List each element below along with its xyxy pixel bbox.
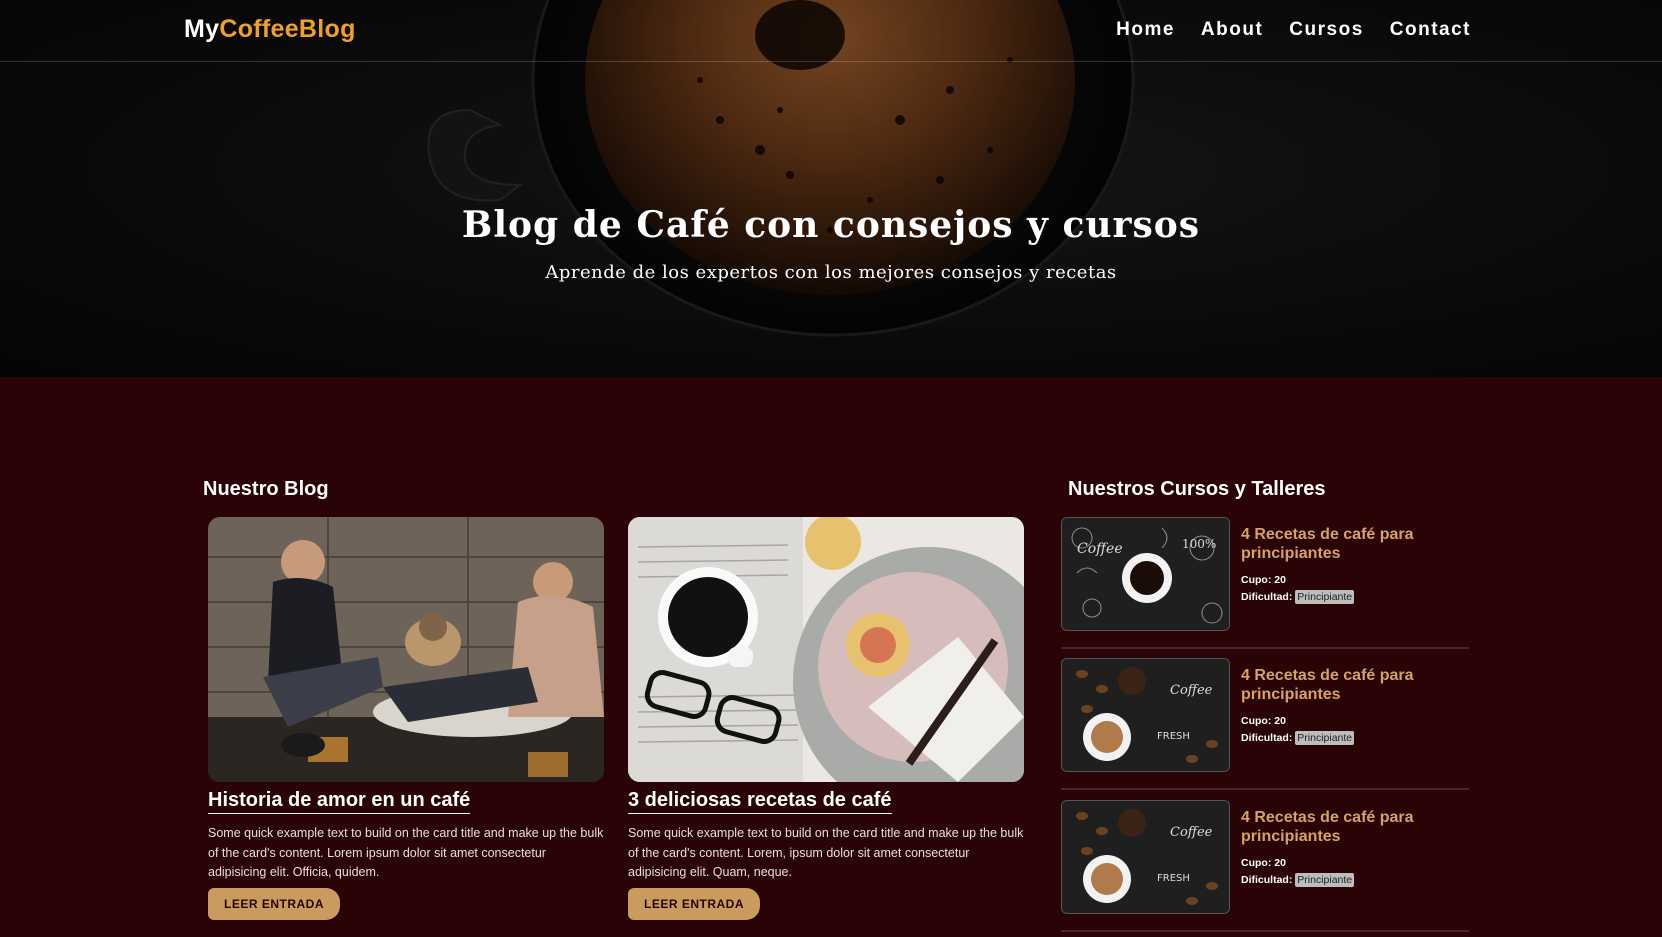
nav-link-contact[interactable]: Contact — [1390, 19, 1471, 41]
blog-card: Historia de amor en un café Some quick e… — [208, 517, 604, 920]
read-entry-button[interactable]: LEER ENTRADA — [208, 887, 341, 920]
svg-text:FRESH: FRESH — [1157, 873, 1190, 884]
blog-card-title[interactable]: 3 deliciosas recetas de café — [628, 789, 892, 814]
course-meta: Cupo: 20 Dificultad: Principiante — [1241, 574, 1355, 604]
course-item[interactable]: Coffee FRESH 4 Recetas de café para prin… — [1061, 800, 1469, 932]
course-meta: Cupo: 20 Dificultad: Principiante — [1241, 715, 1355, 745]
courses-section-title: Nuestros Cursos y Talleres — [1068, 478, 1326, 500]
main-nav: Home About Cursos Contact — [1116, 19, 1471, 41]
top-navbar: MyCoffeeBlog Home About Cursos Contact — [0, 0, 1662, 62]
blog-section-title: Nuestro Blog — [203, 478, 329, 500]
svg-text:Coffee: Coffee — [1077, 541, 1123, 557]
course-cupo: 20 — [1274, 715, 1286, 727]
course-thumbnail[interactable]: Coffee FRESH — [1061, 658, 1230, 772]
course-info: 4 Recetas de café para principiantes Cup… — [1241, 808, 1461, 889]
course-cupo: 20 — [1274, 857, 1286, 869]
course-thumbnail[interactable]: Coffee FRESH — [1061, 800, 1230, 914]
course-info: 4 Recetas de café para principiantes Cup… — [1241, 666, 1461, 747]
blog-card-text: Some quick example text to build on the … — [208, 826, 604, 879]
svg-text:100%: 100% — [1182, 537, 1216, 551]
hero-title: Blog de Café con consejos y cursos — [461, 204, 1201, 246]
course-item[interactable]: Coffee FRESH 4 Recetas de café para prin… — [1061, 658, 1469, 790]
course-cupo: 20 — [1274, 574, 1286, 586]
difficulty-badge: Principiante — [1295, 590, 1355, 604]
course-title[interactable]: 4 Recetas de café para principiantes — [1241, 525, 1461, 563]
blog-card: 3 deliciosas recetas de café Some quick … — [628, 517, 1024, 920]
course-title[interactable]: 4 Recetas de café para principiantes — [1241, 666, 1461, 704]
nav-link-about[interactable]: About — [1201, 19, 1263, 41]
hero-subtitle: Aprende de los expertos con los mejores … — [545, 262, 1117, 283]
read-entry-button[interactable]: LEER ENTRADA — [628, 887, 761, 920]
blog-card-image-coffee-cupcake[interactable] — [628, 517, 1024, 782]
nav-link-cursos[interactable]: Cursos — [1289, 19, 1363, 41]
svg-text:FRESH: FRESH — [1157, 731, 1190, 742]
blog-card-title[interactable]: Historia de amor en un café — [208, 789, 471, 814]
site-logo[interactable]: MyCoffeeBlog — [184, 15, 356, 44]
course-title[interactable]: 4 Recetas de café para principiantes — [1241, 808, 1461, 846]
course-item[interactable]: Coffee 100% 4 Recetas de café para princ… — [1061, 517, 1469, 649]
nav-link-home[interactable]: Home — [1116, 19, 1175, 41]
difficulty-badge: Principiante — [1295, 873, 1355, 887]
course-info: 4 Recetas de café para principiantes Cup… — [1241, 525, 1461, 606]
course-thumbnail[interactable]: Coffee 100% — [1061, 517, 1230, 631]
svg-text:Coffee: Coffee — [1170, 825, 1213, 840]
course-meta: Cupo: 20 Dificultad: Principiante — [1241, 857, 1355, 887]
blog-card-text: Some quick example text to build on the … — [628, 826, 1024, 879]
hero-text: Blog de Café con consejos y cursos Apren… — [0, 204, 1662, 283]
blog-card-image-couple[interactable] — [208, 517, 604, 782]
svg-text:Coffee: Coffee — [1170, 683, 1213, 698]
difficulty-badge: Principiante — [1295, 731, 1355, 745]
